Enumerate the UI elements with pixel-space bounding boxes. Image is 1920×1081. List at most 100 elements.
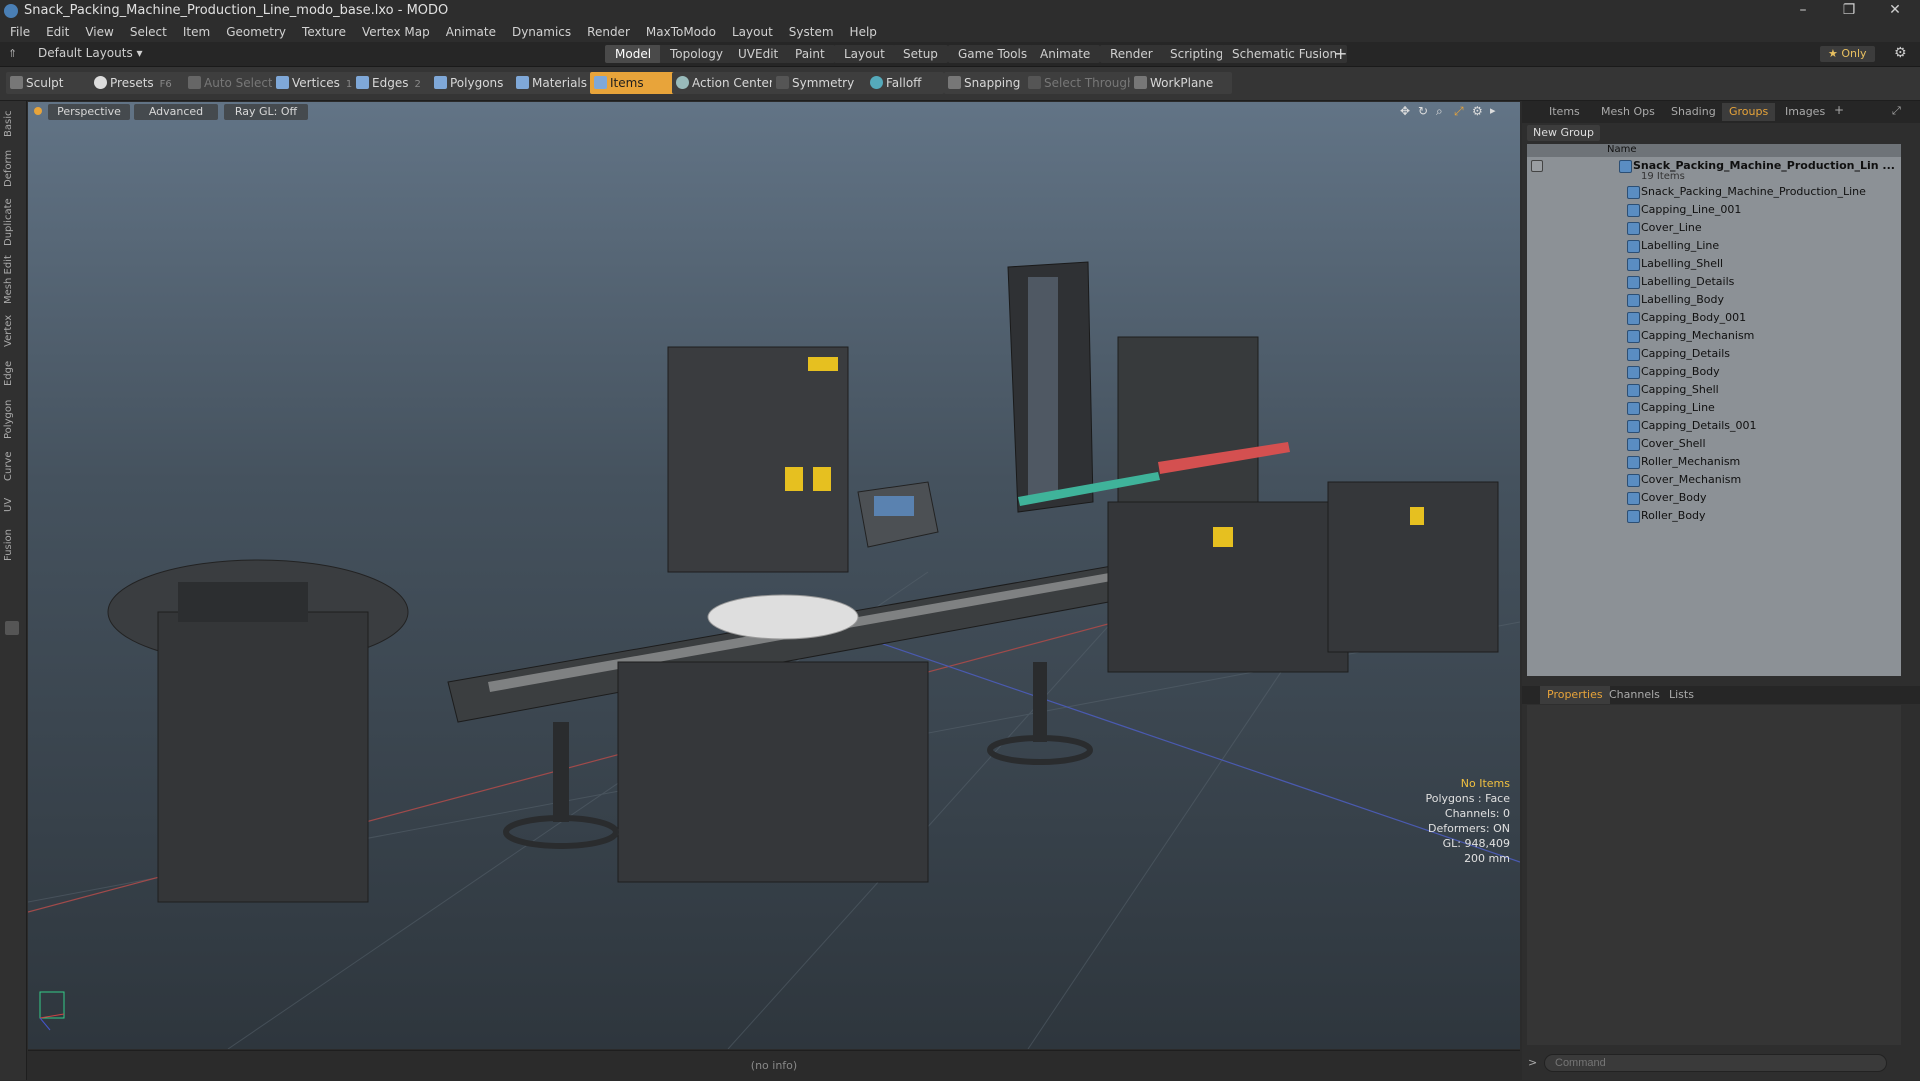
action-center-button[interactable]: Action Center — [672, 72, 786, 94]
tree-item[interactable]: Capping_Body — [1527, 363, 1901, 381]
sculpt-button[interactable]: Sculpt — [6, 72, 92, 94]
settings-gear-icon[interactable]: ⚙ — [1894, 45, 1907, 61]
tab-render[interactable]: Render — [1100, 45, 1163, 63]
minimize-button[interactable]: – — [1780, 0, 1826, 22]
tab-animate[interactable]: Animate — [1030, 45, 1101, 63]
menu-file[interactable]: File — [0, 22, 38, 42]
mesh-icon — [1627, 294, 1640, 307]
vtab-curve[interactable]: Curve — [3, 449, 23, 483]
menu-maxtomodo[interactable]: MaxToModo — [638, 22, 724, 42]
layout-collapse-icon[interactable]: ⇑ — [8, 47, 20, 60]
tab-groups[interactable]: Groups — [1722, 103, 1776, 121]
tree-item[interactable]: Capping_Body_001 — [1527, 309, 1901, 327]
panel-expand-icon[interactable]: ⤢ — [1892, 104, 1901, 118]
tab-layout[interactable]: Layout — [834, 45, 895, 63]
tab-game-tools[interactable]: Game Tools — [948, 45, 1038, 63]
fit-icon[interactable]: ⤢ — [1454, 104, 1464, 119]
menu-edit[interactable]: Edit — [38, 22, 77, 42]
only-toggle[interactable]: ★ Only — [1820, 46, 1875, 62]
tree-item[interactable]: Cover_Body — [1527, 489, 1901, 507]
view-perspective-dropdown[interactable]: Perspective — [48, 104, 130, 120]
tree-item[interactable]: Capping_Mechanism — [1527, 327, 1901, 345]
vtab-uv[interactable]: UV — [3, 493, 23, 517]
vtab-duplicate[interactable]: Duplicate — [3, 197, 23, 247]
viewport-menu-icon[interactable] — [34, 107, 42, 115]
menu-render[interactable]: Render — [579, 22, 638, 42]
tree-item[interactable]: Roller_Mechanism — [1527, 453, 1901, 471]
tree-item[interactable]: Cover_Mechanism — [1527, 471, 1901, 489]
tab-items[interactable]: Items — [1542, 103, 1587, 121]
strip-toggle-icon[interactable] — [5, 621, 19, 635]
vtab-vertex[interactable]: Vertex — [3, 313, 23, 349]
menu-system[interactable]: System — [781, 22, 842, 42]
tab-uvedit[interactable]: UVEdit — [728, 45, 789, 63]
snapping-button[interactable]: Snapping — [944, 72, 1034, 94]
vtab-mesh-edit[interactable]: Mesh Edit — [3, 255, 23, 305]
3d-viewport[interactable]: No Items Polygons : Face Channels: 0 Def… — [28, 102, 1520, 1049]
tab-properties[interactable]: Properties — [1540, 686, 1610, 704]
menu-texture[interactable]: Texture — [294, 22, 354, 42]
zoom-icon[interactable]: ⌕ — [1436, 104, 1443, 119]
menu-layout[interactable]: Layout — [724, 22, 781, 42]
tab-lists[interactable]: Lists — [1662, 686, 1701, 704]
tab-schematic-fusion[interactable]: Schematic Fusion — [1222, 45, 1348, 63]
tree-item[interactable]: Labelling_Line — [1527, 237, 1901, 255]
add-panel-tab-button[interactable]: + — [1834, 103, 1844, 117]
raygl-toggle[interactable]: Ray GL: Off — [224, 104, 308, 120]
vtab-edge[interactable]: Edge — [3, 357, 23, 389]
new-group-button[interactable]: New Group — [1527, 125, 1600, 141]
tab-model[interactable]: Model — [605, 45, 662, 63]
tree-item[interactable]: Capping_Line_001 — [1527, 201, 1901, 219]
tree-item[interactable]: Capping_Details — [1527, 345, 1901, 363]
vtab-deform[interactable]: Deform — [3, 147, 23, 189]
falloff-button[interactable]: Falloff — [866, 72, 944, 94]
select-through-button[interactable]: Select Through — [1024, 72, 1144, 94]
tree-item[interactable]: Labelling_Details — [1527, 273, 1901, 291]
menu-item[interactable]: Item — [175, 22, 218, 42]
tab-mesh-ops[interactable]: Mesh Ops — [1594, 103, 1662, 121]
tab-shading[interactable]: Shading — [1664, 103, 1723, 121]
command-input[interactable] — [1544, 1054, 1887, 1072]
shading-advanced-dropdown[interactable]: Advanced — [134, 104, 218, 120]
restore-button[interactable]: ❐ — [1826, 0, 1872, 22]
menu-select[interactable]: Select — [122, 22, 175, 42]
tree-item[interactable]: Labelling_Shell — [1527, 255, 1901, 273]
menu-geometry[interactable]: Geometry — [218, 22, 294, 42]
menu-help[interactable]: Help — [842, 22, 885, 42]
tree-item[interactable]: Cover_Shell — [1527, 435, 1901, 453]
vtab-fusion[interactable]: Fusion — [3, 525, 23, 565]
rotate-icon[interactable]: ↻ — [1418, 104, 1428, 118]
tab-paint[interactable]: Paint — [785, 45, 835, 63]
vtab-basic[interactable]: Basic — [3, 107, 23, 141]
tree-item[interactable]: Labelling_Body — [1527, 291, 1901, 309]
menu-dynamics[interactable]: Dynamics — [504, 22, 579, 42]
workplane-button[interactable]: WorkPlane — [1130, 72, 1232, 94]
tree-item[interactable]: Snack_Packing_Machine_Production_Line — [1527, 183, 1901, 201]
tab-topology[interactable]: Topology — [660, 45, 733, 63]
tree-item[interactable]: Capping_Shell — [1527, 381, 1901, 399]
materials-button[interactable]: Materials — [512, 72, 602, 94]
layout-preset-dropdown[interactable]: Default Layouts ▾ — [38, 46, 143, 60]
tree-item-label: Capping_Body_001 — [1641, 311, 1747, 324]
tree-item[interactable]: Roller_Body — [1527, 507, 1901, 525]
menu-animate[interactable]: Animate — [438, 22, 504, 42]
menu-view[interactable]: View — [77, 22, 121, 42]
vtab-polygon[interactable]: Polygon — [3, 397, 23, 441]
tree-item[interactable]: Capping_Details_001 — [1527, 417, 1901, 435]
items-button[interactable]: Items — [590, 72, 678, 94]
add-tab-button[interactable]: + — [1334, 44, 1347, 63]
tab-setup[interactable]: Setup — [893, 45, 948, 63]
symmetry-button[interactable]: Symmetry — [772, 72, 870, 94]
close-button[interactable]: ✕ — [1872, 0, 1918, 22]
pan-icon[interactable]: ✥ — [1400, 104, 1410, 118]
column-name: Name — [1607, 144, 1637, 155]
menu-vertex-map[interactable]: Vertex Map — [354, 22, 438, 42]
polygons-icon — [434, 76, 447, 89]
tab-channels[interactable]: Channels — [1602, 686, 1667, 704]
viewport-settings-icon[interactable]: ⚙ — [1472, 104, 1483, 118]
tree-item[interactable]: Capping_Line — [1527, 399, 1901, 417]
viewport-expand-icon[interactable]: ▸ — [1490, 104, 1496, 117]
presets-button[interactable]: Presets F6 — [90, 72, 196, 94]
tree-item[interactable]: Cover_Line — [1527, 219, 1901, 237]
tab-images[interactable]: Images — [1778, 103, 1832, 121]
